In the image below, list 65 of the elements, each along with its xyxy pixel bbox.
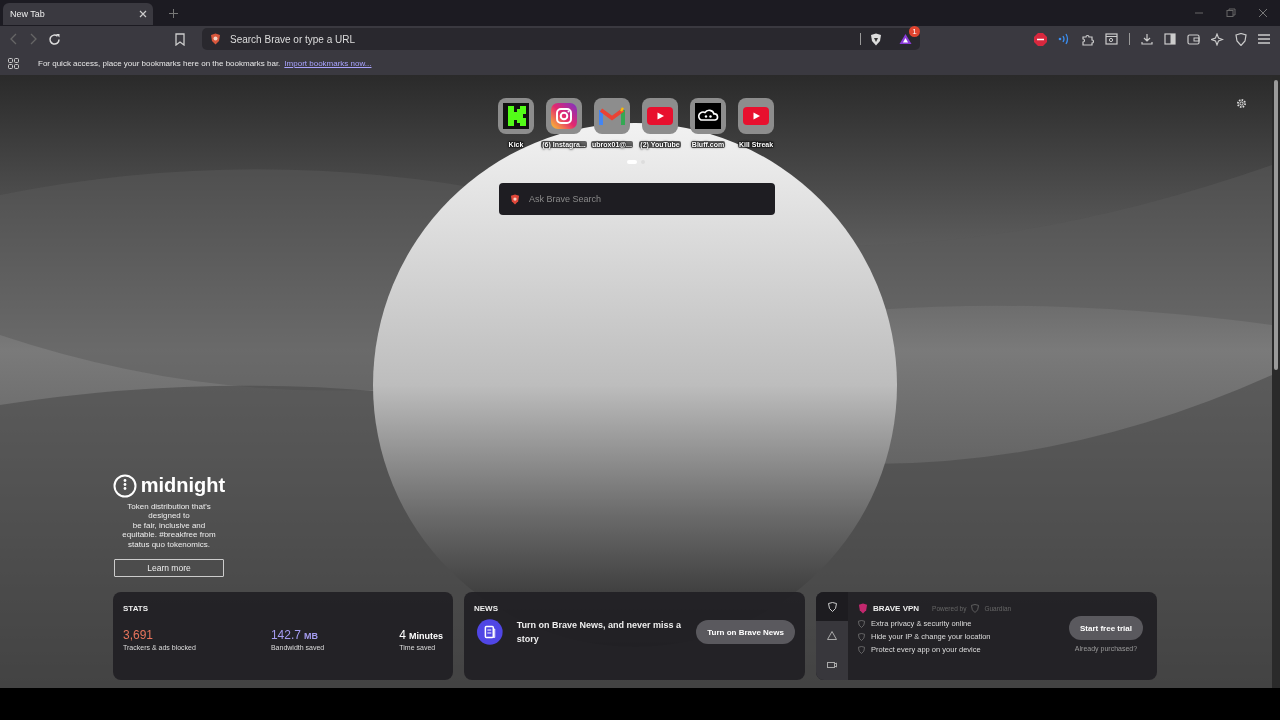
vpn-title: BRAVE VPN	[873, 604, 920, 613]
vpn-shield-icon[interactable]	[1235, 32, 1247, 46]
settings-icon[interactable]	[1236, 98, 1247, 109]
top-site-tile[interactable]	[642, 98, 678, 134]
new-tab-icon[interactable]	[169, 8, 178, 18]
brand-name: midnight	[140, 474, 226, 497]
download-icon[interactable]	[1141, 33, 1153, 45]
stat-unit: MB	[303, 631, 318, 641]
turn-on-news-button[interactable]: Turn on Brave News	[696, 620, 795, 644]
shield-icon	[971, 604, 980, 613]
address-bar[interactable]: Search Brave or type a URL 1	[202, 28, 920, 50]
close-icon[interactable]	[139, 10, 147, 18]
lion-shield-icon	[510, 194, 520, 205]
adblock-extension-icon[interactable]	[1034, 32, 1047, 46]
card-title: STATS	[123, 604, 150, 613]
widget-tab[interactable]	[816, 592, 848, 622]
news-promo-text: Turn on Brave News, and never miss a story	[516, 619, 682, 646]
sponsor-description: Token distribution that's designed to be fair, inclusive and equitable. #breakfree from status quo tokenomics.	[121, 501, 217, 549]
news-document-icon	[477, 619, 503, 645]
reload-icon[interactable]	[48, 32, 61, 46]
restore-icon[interactable]	[1226, 8, 1236, 18]
browser-tab[interactable]: New Tab	[3, 3, 153, 25]
search-field[interactable]: Ask Brave Search	[499, 183, 775, 215]
top-site-tile[interactable]	[546, 98, 582, 134]
mail-logo-icon	[599, 106, 625, 126]
import-bookmarks-link[interactable]: Import bookmarks now...	[284, 59, 372, 68]
top-site-tile[interactable]	[594, 98, 630, 134]
learn-more-button[interactable]: Learn more	[114, 559, 224, 577]
cloud-logo-icon	[695, 103, 721, 129]
stat-value: 4	[399, 628, 406, 642]
play-logo-icon	[647, 107, 673, 125]
close-window-icon[interactable]	[1258, 8, 1268, 18]
shield-icon	[827, 601, 837, 612]
vpn-logo-icon	[858, 603, 868, 614]
wallet-icon[interactable]	[1187, 33, 1200, 45]
video-camera-icon	[827, 661, 837, 670]
scrollbar-thumb[interactable]	[1274, 80, 1278, 370]
triangle-rewards-icon[interactable]	[899, 33, 912, 45]
widget-tab[interactable]	[816, 621, 848, 651]
kick-logo-icon	[503, 103, 529, 129]
sparkle-icon[interactable]	[1211, 32, 1224, 46]
top-site-tile[interactable]	[498, 98, 534, 134]
bookmarks-bar-message: For quick access, place your bookmarks here on the bookmarks bar.	[38, 59, 281, 68]
play-logo-icon	[743, 107, 769, 125]
lion-shield-icon	[210, 33, 221, 45]
card-title: NEWS	[474, 604, 499, 613]
widget-tab[interactable]	[816, 650, 848, 680]
camera-logo-icon	[551, 103, 577, 129]
top-site-tile[interactable]	[690, 98, 726, 134]
signal-waves-icon[interactable]	[1058, 33, 1070, 45]
notification-badge: 1	[909, 26, 920, 37]
circle-logo-icon	[112, 473, 137, 498]
start-free-trial-button[interactable]: Start free trial	[1068, 616, 1143, 640]
reader-window-icon[interactable]	[1105, 33, 1118, 45]
sidebar-icon[interactable]	[1164, 33, 1176, 45]
apps-grid-icon[interactable]	[8, 58, 19, 69]
top-site-tile[interactable]	[738, 98, 774, 134]
shields-icon[interactable]	[870, 32, 882, 46]
stat-value: 3,691	[123, 628, 154, 642]
bookmark-icon[interactable]	[175, 32, 185, 46]
triangle-icon	[827, 631, 837, 641]
menu-icon[interactable]	[1258, 34, 1270, 44]
stat-unit: Minutes	[408, 631, 443, 641]
stat-value: 142.7	[270, 628, 301, 642]
extensions-icon[interactable]	[1081, 32, 1094, 46]
